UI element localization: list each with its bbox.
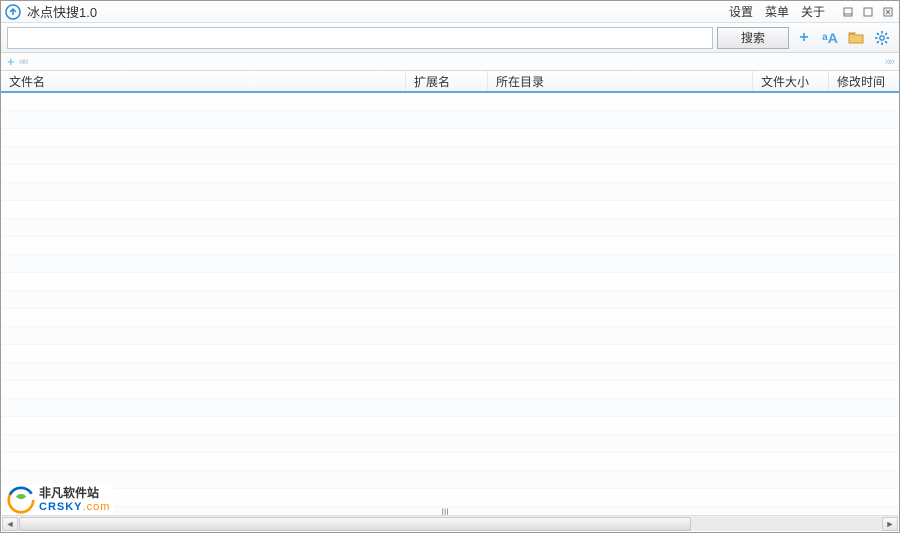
column-extension[interactable]: 扩展名 xyxy=(406,71,488,91)
titlebar: 冰点快搜1.0 设置 菜单 关于 xyxy=(1,1,899,23)
horizontal-scrollbar[interactable]: ◄ III ► xyxy=(2,515,898,531)
column-directory[interactable]: 所在目录 xyxy=(488,71,753,91)
table-row[interactable] xyxy=(2,309,898,327)
table-row[interactable] xyxy=(2,381,898,399)
table-row[interactable] xyxy=(2,417,898,435)
table-row[interactable] xyxy=(2,291,898,309)
table-row[interactable] xyxy=(2,147,898,165)
column-size[interactable]: 文件大小 xyxy=(753,71,829,91)
table-row[interactable] xyxy=(2,435,898,453)
table-row[interactable] xyxy=(2,129,898,147)
table-row[interactable] xyxy=(2,399,898,417)
app-icon xyxy=(5,4,21,20)
search-toolbar: 搜索 + aA xyxy=(1,23,899,53)
table-row[interactable] xyxy=(2,363,898,381)
table-row[interactable] xyxy=(2,489,898,507)
table-row[interactable] xyxy=(2,237,898,255)
tab-strip: + «« »» xyxy=(1,53,899,71)
scroll-track[interactable]: III xyxy=(19,517,881,531)
scroll-left-button[interactable]: ◄ xyxy=(2,517,18,531)
table-row[interactable] xyxy=(2,453,898,471)
scroll-marker: III xyxy=(441,507,449,517)
minimize-button[interactable] xyxy=(841,6,855,18)
case-toggle-icon[interactable]: aA xyxy=(819,27,841,49)
tab-next-button[interactable]: »» xyxy=(885,56,893,68)
menu-menu[interactable]: 菜单 xyxy=(765,3,789,20)
table-row[interactable] xyxy=(2,219,898,237)
menu-about[interactable]: 关于 xyxy=(801,3,825,20)
maximize-button[interactable] xyxy=(861,6,875,18)
app-title: 冰点快搜1.0 xyxy=(27,2,97,21)
table-row[interactable] xyxy=(2,273,898,291)
scroll-right-button[interactable]: ► xyxy=(882,517,898,531)
table-body[interactable] xyxy=(2,93,898,514)
add-icon[interactable]: + xyxy=(793,27,815,49)
scroll-thumb[interactable] xyxy=(19,517,691,531)
table-row[interactable] xyxy=(2,183,898,201)
table-row[interactable] xyxy=(2,93,898,111)
table-row[interactable] xyxy=(2,111,898,129)
table-row[interactable] xyxy=(2,471,898,489)
gear-icon[interactable] xyxy=(871,27,893,49)
search-input[interactable] xyxy=(7,27,713,49)
column-filename[interactable]: 文件名 xyxy=(1,71,406,91)
search-button[interactable]: 搜索 xyxy=(717,27,789,49)
table-row[interactable] xyxy=(2,165,898,183)
tab-add-button[interactable]: + xyxy=(7,55,15,68)
folder-icon[interactable] xyxy=(845,27,867,49)
table-row[interactable] xyxy=(2,255,898,273)
table-header: 文件名 扩展名 所在目录 文件大小 修改时间 xyxy=(1,71,899,93)
table-row[interactable] xyxy=(2,327,898,345)
column-mtime[interactable]: 修改时间 xyxy=(829,71,899,91)
table-row[interactable] xyxy=(2,507,898,514)
menu-settings[interactable]: 设置 xyxy=(729,3,753,20)
tab-prev-button[interactable]: «« xyxy=(19,56,27,68)
close-button[interactable] xyxy=(881,6,895,18)
table-row[interactable] xyxy=(2,345,898,363)
table-row[interactable] xyxy=(2,201,898,219)
